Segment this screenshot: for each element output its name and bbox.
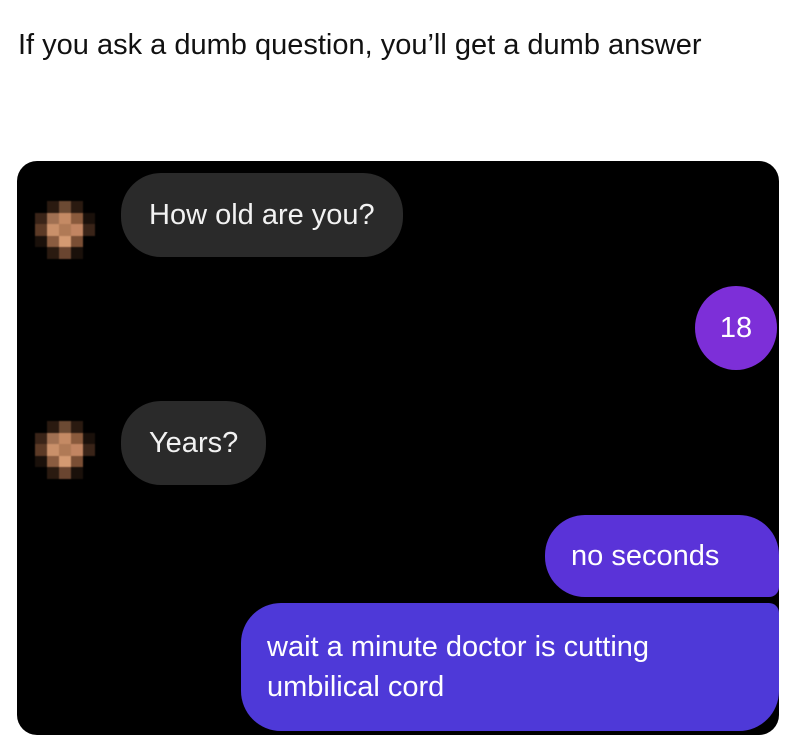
outgoing-message-bubble: 18 — [695, 286, 777, 370]
outgoing-message-bubble: wait a minute doctor is cutting umbilica… — [241, 603, 779, 731]
incoming-message-bubble: Years? — [121, 401, 267, 485]
contact-avatar-icon — [35, 421, 95, 479]
incoming-message-bubble: How old are you? — [121, 173, 403, 257]
outgoing-message-bubble: no seconds — [545, 515, 779, 597]
post-caption: If you ask a dumb question, you’ll get a… — [18, 29, 702, 61]
message-text: no seconds — [571, 540, 720, 572]
chat-screenshot: How old are you? 18 Years? no seconds wa… — [17, 161, 779, 735]
message-text: How old are you? — [149, 199, 375, 231]
message-text: 18 — [719, 312, 753, 344]
contact-avatar-icon — [35, 201, 95, 259]
message-text: Years? — [149, 427, 239, 459]
message-text: wait a minute doctor is cutting umbilica… — [267, 631, 650, 703]
